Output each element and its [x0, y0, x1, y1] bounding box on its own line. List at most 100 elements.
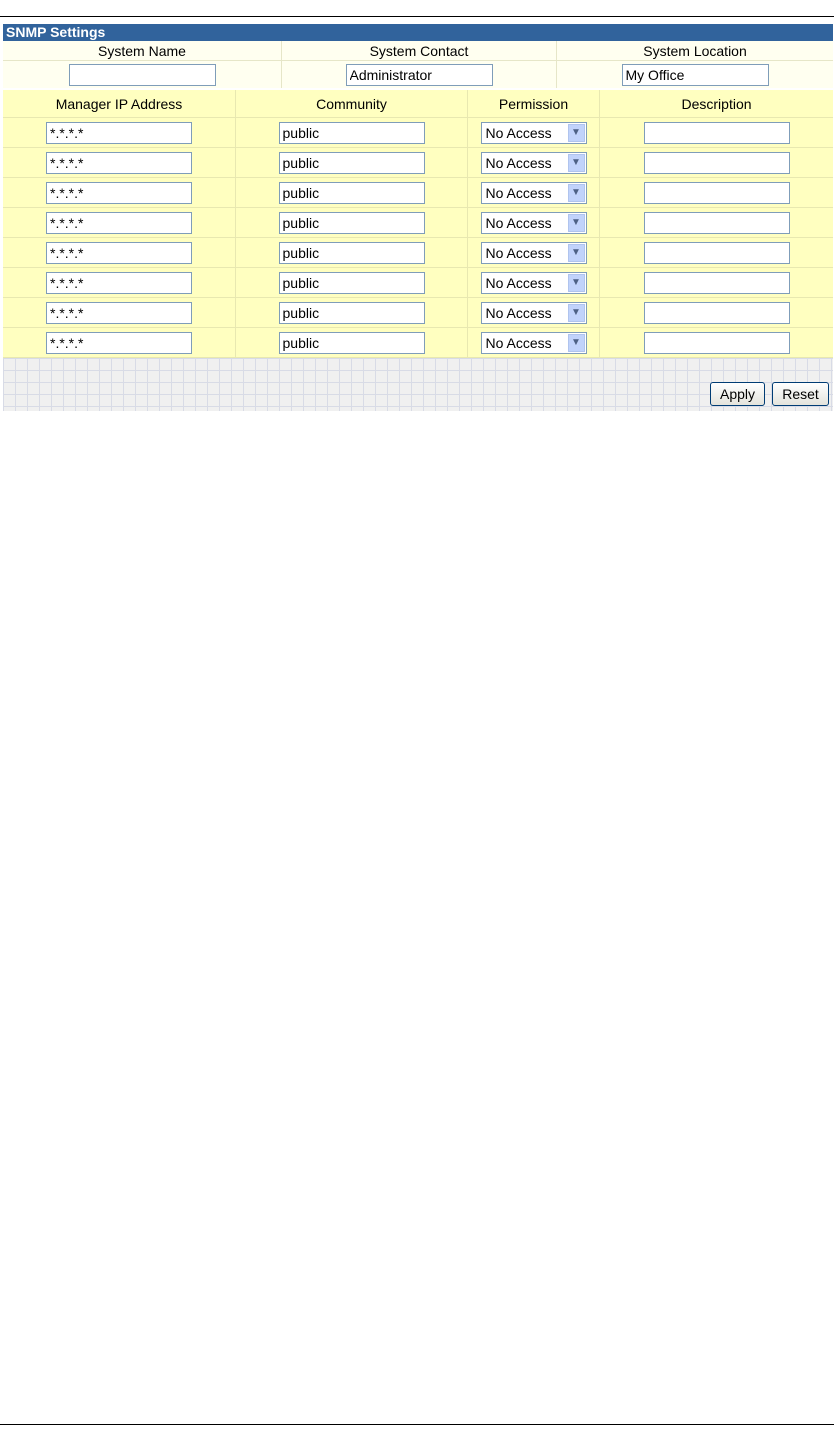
table-row: No Access ▼: [3, 268, 833, 298]
page-bottom-rule: [0, 1424, 834, 1425]
description-input[interactable]: [643, 121, 790, 144]
permission-value: No Access: [485, 334, 552, 351]
manager-ip-input[interactable]: [46, 211, 192, 234]
community-input[interactable]: [278, 271, 425, 294]
manager-ip-input[interactable]: [46, 331, 192, 354]
table-row: No Access ▼: [3, 118, 833, 148]
permission-select[interactable]: No Access ▼: [480, 211, 587, 234]
permission-value: No Access: [485, 154, 552, 171]
permission-cell: No Access ▼: [468, 178, 600, 207]
permission-select[interactable]: No Access ▼: [480, 241, 587, 264]
description-input[interactable]: [643, 331, 790, 354]
permission-select[interactable]: No Access ▼: [480, 181, 587, 204]
permission-select[interactable]: No Access ▼: [480, 271, 587, 294]
chevron-down-icon[interactable]: ▼: [567, 333, 585, 352]
community-cell: [236, 268, 468, 297]
description-header: Description: [681, 95, 752, 112]
manager-header-row: Manager IP Address Community Permission …: [3, 90, 833, 118]
chevron-down-icon[interactable]: ▼: [567, 303, 585, 322]
permission-select[interactable]: No Access ▼: [480, 151, 587, 174]
manager-ip-cell: [3, 328, 236, 357]
community-input[interactable]: [278, 151, 425, 174]
description-cell: [600, 148, 833, 177]
system-contact-input[interactable]: [345, 63, 493, 86]
description-input[interactable]: [643, 301, 790, 324]
community-input[interactable]: [278, 181, 425, 204]
manager-ip-input[interactable]: [46, 271, 192, 294]
community-input[interactable]: [278, 301, 425, 324]
table-row: No Access ▼: [3, 238, 833, 268]
permission-select[interactable]: No Access ▼: [480, 121, 587, 144]
permission-cell: No Access ▼: [468, 238, 600, 267]
system-location-cell: [557, 60, 833, 88]
description-input[interactable]: [643, 181, 790, 204]
table-row: No Access ▼: [3, 328, 833, 358]
permission-select[interactable]: No Access ▼: [480, 301, 587, 324]
community-cell: [236, 148, 468, 177]
chevron-down-icon[interactable]: ▼: [567, 243, 585, 262]
description-input[interactable]: [643, 271, 790, 294]
system-location-input[interactable]: [621, 63, 769, 86]
table-row: No Access ▼: [3, 148, 833, 178]
manager-ip-input[interactable]: [46, 241, 192, 264]
permission-header: Permission: [468, 90, 600, 117]
community-input[interactable]: [278, 211, 425, 234]
apply-button[interactable]: Apply: [710, 382, 765, 406]
description-cell: [600, 118, 833, 147]
table-row: No Access ▼: [3, 178, 833, 208]
table-row: No Access ▼: [3, 298, 833, 328]
manager-rows: No Access ▼ No Access ▼ No Access ▼ No Access ▼…: [3, 118, 833, 358]
permission-value: No Access: [485, 214, 552, 231]
permission-value: No Access: [485, 274, 552, 291]
system-input-row: [3, 60, 833, 90]
community-input[interactable]: [278, 241, 425, 264]
chevron-down-icon[interactable]: ▼: [567, 213, 585, 232]
community-cell: [236, 178, 468, 207]
manager-table: Manager IP Address Community Permission …: [3, 90, 833, 358]
community-cell: [236, 298, 468, 327]
description-input[interactable]: [643, 211, 790, 234]
community-cell: [236, 208, 468, 237]
permission-select[interactable]: No Access ▼: [480, 331, 587, 354]
system-name-cell: [3, 60, 282, 88]
reset-button[interactable]: Reset: [772, 382, 829, 406]
description-cell: [600, 238, 833, 267]
page-top-rule: [0, 16, 834, 17]
system-name-input[interactable]: [69, 63, 216, 86]
permission-value: No Access: [485, 244, 552, 261]
community-input[interactable]: [278, 121, 425, 144]
manager-ip-input[interactable]: [46, 151, 192, 174]
description-cell: [600, 328, 833, 357]
manager-ip-cell: [3, 178, 236, 207]
community-input[interactable]: [278, 331, 425, 354]
manager-ip-input[interactable]: [46, 301, 192, 324]
description-cell: [600, 268, 833, 297]
permission-cell: No Access ▼: [468, 328, 600, 357]
panel-title: SNMP Settings: [3, 24, 833, 41]
manager-ip-header: Manager IP Address: [3, 90, 236, 117]
description-input[interactable]: [643, 241, 790, 264]
description-cell: [600, 208, 833, 237]
manager-ip-cell: [3, 238, 236, 267]
system-header-row: System Name System Contact System Locati…: [3, 41, 833, 60]
description-input[interactable]: [643, 151, 790, 174]
system-contact-cell: [282, 60, 557, 88]
permission-value: No Access: [485, 304, 552, 321]
manager-ip-cell: [3, 298, 236, 327]
community-cell: [236, 238, 468, 267]
community-cell: [236, 328, 468, 357]
community-cell: [236, 118, 468, 147]
chevron-down-icon[interactable]: ▼: [567, 183, 585, 202]
permission-cell: No Access ▼: [468, 118, 600, 147]
community-header: Community: [236, 90, 468, 117]
chevron-down-icon[interactable]: ▼: [567, 273, 585, 292]
chevron-down-icon[interactable]: ▼: [567, 153, 585, 172]
permission-cell: No Access ▼: [468, 208, 600, 237]
manager-ip-cell: [3, 268, 236, 297]
permission-cell: No Access ▼: [468, 148, 600, 177]
description-cell: [600, 298, 833, 327]
chevron-down-icon[interactable]: ▼: [567, 123, 585, 142]
system-contact-header: System Contact: [282, 41, 557, 60]
manager-ip-input[interactable]: [46, 121, 192, 144]
manager-ip-input[interactable]: [46, 181, 192, 204]
